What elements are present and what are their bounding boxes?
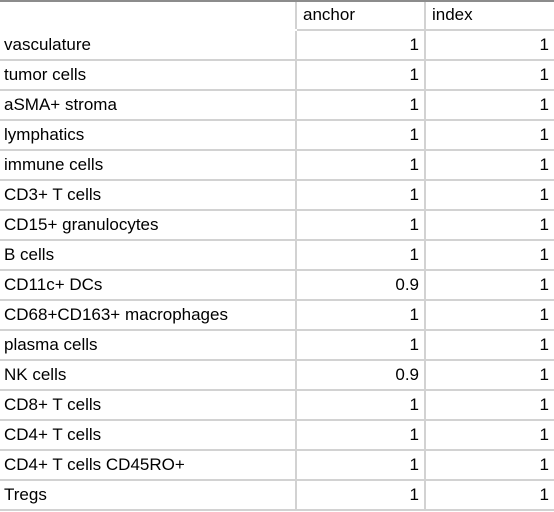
row-index-value: 1 — [424, 210, 554, 241]
table-row[interactable]: immune cells 1 1 — [0, 150, 554, 181]
row-index-value: 1 — [424, 450, 554, 481]
row-index-value: 1 — [424, 30, 554, 61]
row-label: CD8+ T cells — [0, 390, 296, 421]
row-label: CD3+ T cells — [0, 180, 296, 211]
table-row[interactable]: plasma cells 1 1 — [0, 330, 554, 361]
row-label: lymphatics — [0, 120, 296, 151]
row-anchor-value: 1 — [295, 180, 425, 211]
row-label: plasma cells — [0, 330, 296, 361]
row-label: tumor cells — [0, 60, 296, 91]
row-anchor-value: 0.9 — [295, 360, 425, 391]
row-label: aSMA+ stroma — [0, 90, 296, 121]
row-anchor-value: 1 — [295, 210, 425, 241]
table-header-row: anchor index — [0, 2, 554, 31]
row-index-value: 1 — [424, 390, 554, 421]
table-row[interactable]: CD8+ T cells 1 1 — [0, 390, 554, 421]
row-index-value: 1 — [424, 90, 554, 121]
row-anchor-value: 1 — [295, 480, 425, 511]
row-index-value: 1 — [424, 420, 554, 451]
row-anchor-value: 0.9 — [295, 270, 425, 301]
table-row[interactable]: CD4+ T cells CD45RO+ 1 1 — [0, 450, 554, 481]
row-index-value: 1 — [424, 180, 554, 211]
row-label: CD11c+ DCs — [0, 270, 296, 301]
row-anchor-value: 1 — [295, 450, 425, 481]
row-anchor-value: 1 — [295, 240, 425, 271]
table-row[interactable]: CD11c+ DCs 0.9 1 — [0, 270, 554, 301]
column-header-label — [0, 2, 296, 31]
table-row[interactable]: CD15+ granulocytes 1 1 — [0, 210, 554, 241]
row-index-value: 1 — [424, 120, 554, 151]
row-label: CD4+ T cells — [0, 420, 296, 451]
row-anchor-value: 1 — [295, 120, 425, 151]
row-anchor-value: 1 — [295, 60, 425, 91]
row-anchor-value: 1 — [295, 90, 425, 121]
row-index-value: 1 — [424, 480, 554, 511]
row-index-value: 1 — [424, 300, 554, 331]
row-index-value: 1 — [424, 60, 554, 91]
row-anchor-value: 1 — [295, 150, 425, 181]
row-label: CD68+CD163+ macrophages — [0, 300, 296, 331]
row-index-value: 1 — [424, 240, 554, 271]
column-header-index: index — [424, 2, 554, 31]
table-row[interactable]: aSMA+ stroma 1 1 — [0, 90, 554, 121]
table-row[interactable]: CD3+ T cells 1 1 — [0, 180, 554, 211]
row-label: Tregs — [0, 480, 296, 511]
table-row[interactable]: lymphatics 1 1 — [0, 120, 554, 151]
table-row[interactable]: vasculature 1 1 — [0, 30, 554, 61]
table-row[interactable]: CD4+ T cells 1 1 — [0, 420, 554, 451]
column-header-anchor: anchor — [295, 2, 425, 31]
data-table: anchor index vasculature 1 1 tumor cells… — [0, 2, 554, 511]
row-label: immune cells — [0, 150, 296, 181]
table-row[interactable]: tumor cells 1 1 — [0, 60, 554, 91]
row-index-value: 1 — [424, 330, 554, 361]
row-anchor-value: 1 — [295, 330, 425, 361]
row-anchor-value: 1 — [295, 30, 425, 61]
table-row[interactable]: Tregs 1 1 — [0, 480, 554, 511]
table-body: anchor index vasculature 1 1 tumor cells… — [0, 2, 554, 511]
row-label: vasculature — [0, 30, 296, 61]
row-label: CD4+ T cells CD45RO+ — [0, 450, 296, 481]
row-anchor-value: 1 — [295, 420, 425, 451]
table-row[interactable]: NK cells 0.9 1 — [0, 360, 554, 391]
row-index-value: 1 — [424, 270, 554, 301]
row-label: B cells — [0, 240, 296, 271]
row-label: CD15+ granulocytes — [0, 210, 296, 241]
spreadsheet-sheet: anchor index vasculature 1 1 tumor cells… — [0, 0, 554, 512]
row-anchor-value: 1 — [295, 390, 425, 421]
row-anchor-value: 1 — [295, 300, 425, 331]
table-row[interactable]: B cells 1 1 — [0, 240, 554, 271]
row-index-value: 1 — [424, 360, 554, 391]
table-row[interactable]: CD68+CD163+ macrophages 1 1 — [0, 300, 554, 331]
row-label: NK cells — [0, 360, 296, 391]
row-index-value: 1 — [424, 150, 554, 181]
